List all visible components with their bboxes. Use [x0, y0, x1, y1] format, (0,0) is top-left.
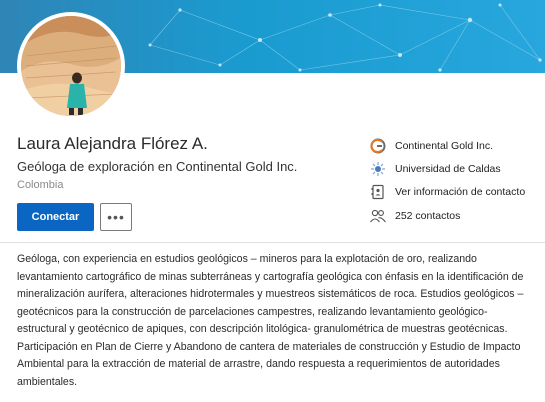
connect-button[interactable]: Conectar: [17, 203, 94, 231]
profile-sidebar: Continental Gold Inc. Universidad de Cal…: [369, 134, 541, 227]
profile-card: Laura Alejandra Flórez A. Geóloga de exp…: [0, 0, 545, 402]
sidebar-item-label: Continental Gold Inc.: [395, 139, 494, 152]
sidebar-item-label: Universidad de Caldas: [395, 162, 501, 175]
sidebar-item-connections[interactable]: 252 contactos: [369, 204, 541, 227]
sidebar-item-contact-info[interactable]: Ver información de contacto: [369, 181, 541, 204]
about-summary: Geóloga, con experiencia en estudios geo…: [17, 253, 524, 388]
contact-card-icon: [369, 183, 387, 201]
more-icon: •••: [107, 209, 125, 225]
section-divider: [0, 242, 545, 243]
more-actions-button[interactable]: •••: [100, 203, 132, 231]
company-logo-icon: [369, 137, 387, 155]
sidebar-item-label: Ver información de contacto: [395, 186, 526, 199]
profile-name: Laura Alejandra Flórez A.: [17, 134, 208, 153]
sidebar-item-education[interactable]: Universidad de Caldas: [369, 157, 541, 180]
profile-location: Colombia: [17, 179, 64, 191]
people-icon: [369, 207, 387, 225]
profile-photo[interactable]: [17, 12, 125, 120]
sidebar-item-label: 252 contactos: [395, 209, 461, 222]
sidebar-item-company[interactable]: Continental Gold Inc.: [369, 134, 541, 157]
university-logo-icon: [369, 160, 387, 178]
profile-headline: Geóloga de exploración en Continental Go…: [17, 159, 298, 174]
